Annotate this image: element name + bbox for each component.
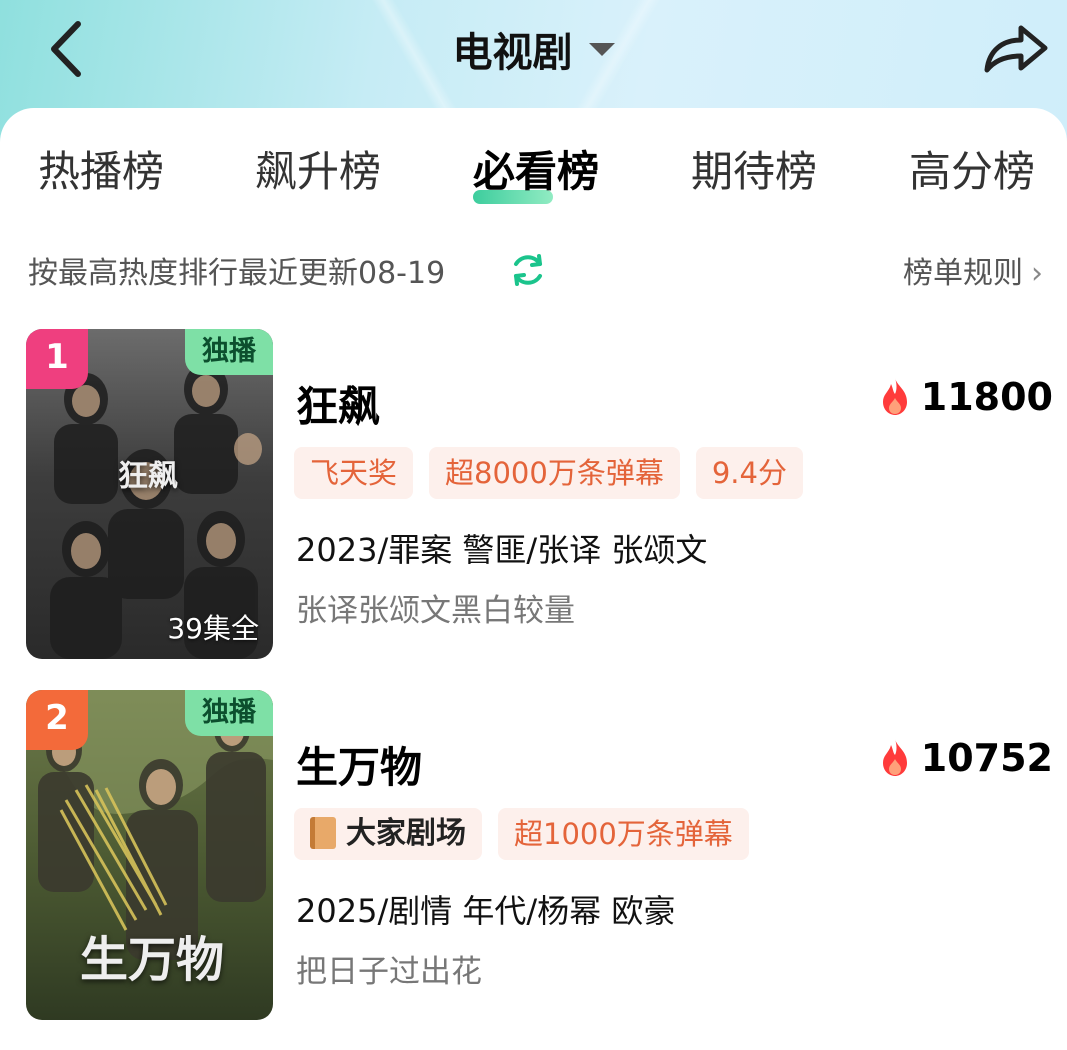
flame-icon: [882, 378, 907, 415]
list-item[interactable]: 生万物 2 独播 生万物 10752 大家剧场 超1000万条弹幕 2025/剧…: [0, 690, 1067, 1025]
sort-row: 按最高热度排行最近更新08-19 榜单规则 ›: [0, 248, 1067, 298]
tag: 飞天奖: [294, 447, 414, 499]
heat-value: 11800: [920, 375, 1053, 419]
caret-down-icon: [588, 42, 615, 56]
rank-badge: 1: [26, 329, 88, 389]
poster-image[interactable]: 生万物 2 独播: [26, 690, 273, 1020]
show-meta: 2025/剧情 年代/杨幂 欧豪: [296, 892, 676, 930]
poster-title-art: 狂飙: [118, 459, 178, 494]
heat-score: 10752: [879, 736, 1053, 780]
top-bar: 电视剧: [0, 0, 1067, 110]
page-title: 电视剧: [452, 30, 573, 76]
tag: 超1000万条弹幕: [498, 808, 749, 860]
show-meta: 2023/罪案 警匪/张译 张颂文: [296, 531, 708, 569]
flame-icon: [882, 739, 907, 776]
share-button[interactable]: [979, 16, 1053, 80]
book-icon: [310, 817, 336, 849]
tag-list: 飞天奖 超8000万条弹幕 9.4分: [294, 447, 819, 499]
tab-label: 必看榜: [473, 147, 600, 196]
title-dropdown[interactable]: 电视剧: [0, 20, 1067, 78]
list-item[interactable]: 狂飙 1 独播 39集全 狂飙 11800 飞天奖 超8000万条弹幕 9.4分…: [0, 329, 1067, 664]
tab-label: 高分榜: [909, 147, 1036, 196]
sort-info-text: 按最高热度排行最近更新08-19: [28, 256, 446, 291]
tab-label: 期待榜: [691, 147, 818, 196]
tab-rising[interactable]: 飙升榜: [255, 138, 381, 199]
chevron-right-icon: ›: [1031, 256, 1043, 291]
tab-anticipated[interactable]: 期待榜: [691, 138, 817, 199]
tag-list: 大家剧场 超1000万条弹幕: [294, 808, 765, 860]
tag: 9.4分: [695, 447, 803, 499]
episode-count: 39集全: [167, 612, 259, 645]
rules-label: 榜单规则: [903, 256, 1023, 291]
ranking-tabs: 热播榜 飙升榜 必看榜 期待榜 高分榜: [0, 138, 1067, 218]
rules-link[interactable]: 榜单规则 ›: [903, 248, 1043, 292]
exclusive-badge: 独播: [185, 329, 273, 375]
show-title[interactable]: 生万物: [296, 734, 422, 795]
show-description: 把日子过出花: [296, 954, 482, 990]
tag: 超8000万条弹幕: [429, 447, 680, 499]
show-title[interactable]: 狂飙: [296, 373, 380, 434]
heat-score: 11800: [879, 375, 1053, 419]
share-arrow-icon: [984, 25, 1048, 73]
ranking-card: 热播榜 飙升榜 必看榜 期待榜 高分榜 按最高热度排行最近更新08-19 榜单规…: [0, 108, 1067, 1050]
tab-high-score[interactable]: 高分榜: [909, 138, 1035, 199]
tab-hot-playing[interactable]: 热播榜: [38, 138, 164, 199]
brand-tag-label: 大家剧场: [346, 816, 466, 851]
exclusive-badge: 独播: [185, 690, 273, 736]
refresh-icon[interactable]: [508, 250, 548, 290]
brand-tag: 大家剧场: [294, 808, 482, 860]
heat-value: 10752: [920, 736, 1053, 780]
tab-label: 热播榜: [38, 147, 165, 196]
rank-badge: 2: [26, 690, 88, 750]
show-description: 张译张颂文黑白较量: [296, 593, 575, 629]
tab-must-watch[interactable]: 必看榜: [473, 138, 600, 204]
poster-title-art: 生万物: [80, 932, 225, 988]
poster-image[interactable]: 狂飙 1 独播 39集全: [26, 329, 273, 659]
tab-label: 飙升榜: [255, 147, 382, 196]
